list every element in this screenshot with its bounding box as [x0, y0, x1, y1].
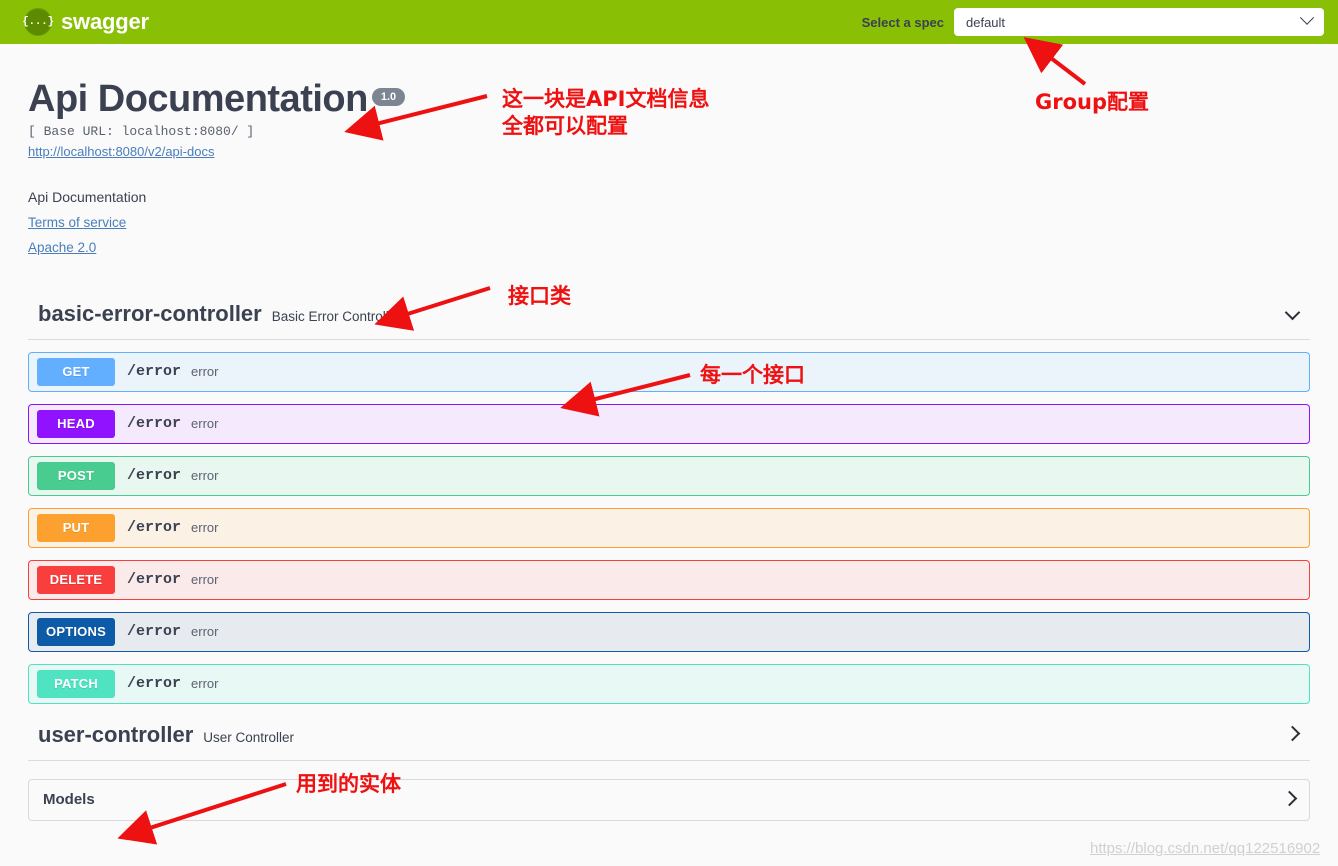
operation-path: /error: [127, 519, 181, 536]
select-spec-label: Select a spec: [862, 15, 944, 30]
operation-row[interactable]: PUT /error error: [28, 508, 1310, 548]
operation-method-badge: OPTIONS: [37, 618, 115, 646]
operation-summary: error: [191, 572, 218, 587]
tag-section-basic-error-controller: basic-error-controller Basic Error Contr…: [28, 301, 1310, 704]
operation-summary: error: [191, 468, 218, 483]
chevron-right-icon[interactable]: [1284, 791, 1295, 809]
swagger-logo-text: swagger: [61, 9, 149, 35]
operation-method-badge: DELETE: [37, 566, 115, 594]
api-info-block: Api Documentation 1.0 [ Base URL: localh…: [28, 44, 1310, 255]
chevron-down-icon: [1300, 11, 1314, 25]
swagger-brace-icon: {...}: [24, 8, 52, 36]
operation-path: /error: [127, 415, 181, 432]
operation-method-badge: GET: [37, 358, 115, 386]
operation-method-badge: HEAD: [37, 410, 115, 438]
operation-row[interactable]: OPTIONS /error error: [28, 612, 1310, 652]
models-title: Models: [43, 791, 95, 808]
operation-summary: error: [191, 624, 218, 639]
tag-header-user-controller[interactable]: user-controller User Controller: [28, 722, 1310, 761]
tag-header-basic-error-controller[interactable]: basic-error-controller Basic Error Contr…: [28, 301, 1310, 340]
api-description: Api Documentation: [28, 189, 1310, 205]
version-badge: 1.0: [372, 88, 405, 106]
operation-path: /error: [127, 363, 181, 380]
chevron-right-icon[interactable]: [1287, 726, 1298, 744]
operation-method-badge: PUT: [37, 514, 115, 542]
swagger-logo[interactable]: {...} swagger: [24, 8, 149, 36]
license-link[interactable]: Apache 2.0: [28, 240, 1310, 255]
terms-of-service-link[interactable]: Terms of service: [28, 215, 1310, 230]
top-bar: {...} swagger Select a spec default: [0, 0, 1338, 44]
operation-row[interactable]: POST /error error: [28, 456, 1310, 496]
operation-list: GET /error error HEAD /error error POST …: [28, 340, 1310, 704]
operation-summary: error: [191, 676, 218, 691]
operation-path: /error: [127, 571, 181, 588]
operation-path: /error: [127, 623, 181, 640]
spec-selector-group: Select a spec default: [862, 8, 1324, 36]
watermark: https://blog.csdn.net/qq122516902: [1090, 840, 1320, 857]
spec-select-dropdown[interactable]: default: [954, 8, 1324, 36]
tag-description: Basic Error Controller: [272, 309, 401, 324]
tag-description: User Controller: [203, 730, 294, 745]
base-url: [ Base URL: localhost:8080/ ]: [28, 124, 1310, 139]
tag-name: user-controller: [38, 722, 193, 748]
api-docs-link[interactable]: http://localhost:8080/v2/api-docs: [28, 144, 1310, 159]
operation-row[interactable]: PATCH /error error: [28, 664, 1310, 704]
operation-summary: error: [191, 364, 218, 379]
operation-method-badge: POST: [37, 462, 115, 490]
tag-section-user-controller: user-controller User Controller: [28, 722, 1310, 761]
chevron-down-icon[interactable]: [1287, 305, 1298, 323]
spec-select-value: default: [966, 15, 1005, 30]
operation-row[interactable]: DELETE /error error: [28, 560, 1310, 600]
models-section[interactable]: Models: [28, 779, 1310, 821]
operation-path: /error: [127, 467, 181, 484]
operation-path: /error: [127, 675, 181, 692]
operation-summary: error: [191, 520, 218, 535]
operation-summary: error: [191, 416, 218, 431]
tag-name: basic-error-controller: [38, 301, 262, 327]
title-row: Api Documentation 1.0: [28, 80, 1310, 120]
operation-method-badge: PATCH: [37, 670, 115, 698]
operation-row[interactable]: HEAD /error error: [28, 404, 1310, 444]
page-body: Api Documentation 1.0 [ Base URL: localh…: [0, 44, 1338, 821]
page-title: Api Documentation: [28, 80, 368, 120]
operation-row[interactable]: GET /error error: [28, 352, 1310, 392]
